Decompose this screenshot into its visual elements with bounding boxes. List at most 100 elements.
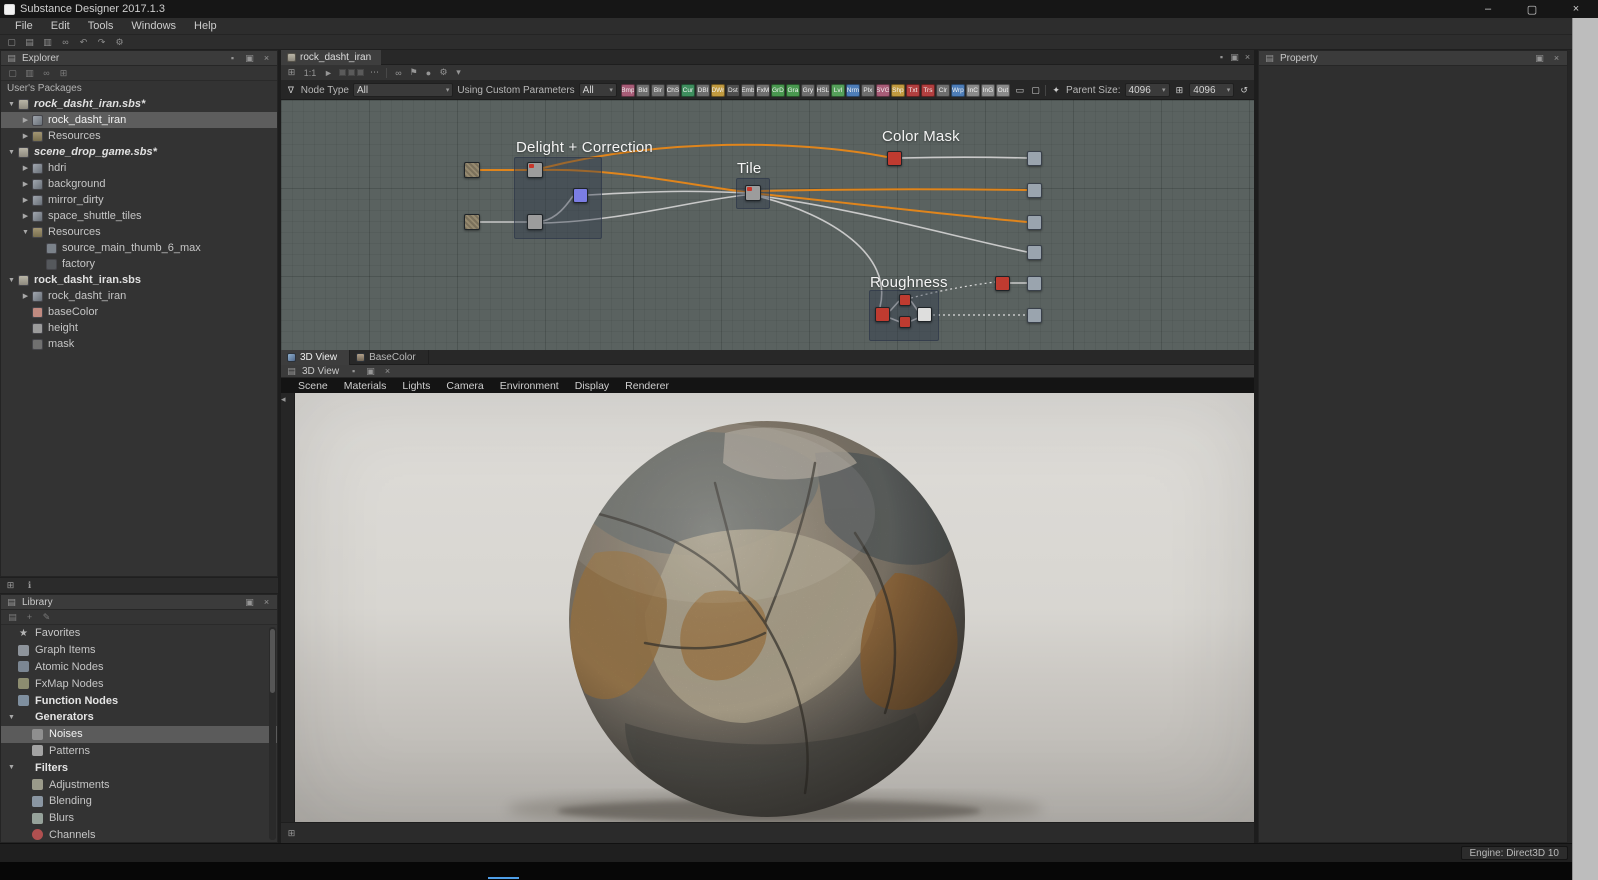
add-icon[interactable]: + — [23, 612, 36, 622]
float-icon[interactable]: ▣ — [1228, 52, 1241, 63]
undo-icon[interactable]: ↶ — [76, 36, 91, 49]
tree-item-1[interactable]: ▶rock_dasht_iran — [1, 112, 277, 128]
tree-item-7[interactable]: ▶space_shuttle_tiles — [1, 208, 277, 224]
chip-txt[interactable]: Txt — [906, 84, 920, 97]
view3d-menu-scene[interactable]: Scene — [291, 380, 335, 392]
property-header[interactable]: ▤ Property ▣ × — [1259, 51, 1567, 66]
library-item-1[interactable]: Graph Items — [1, 642, 277, 659]
library-item-12[interactable]: Channels — [1, 827, 277, 843]
gray-node-5[interactable] — [745, 185, 761, 201]
menu-edit[interactable]: Edit — [42, 18, 79, 35]
library-item-10[interactable]: Blending — [1, 793, 277, 810]
close-icon[interactable]: × — [1241, 52, 1254, 62]
tree-item-8[interactable]: ▼Resources — [1, 224, 277, 240]
folder-icon[interactable]: ▤ — [22, 36, 37, 49]
chip-dst[interactable]: Dst — [726, 84, 740, 97]
parent-size-select[interactable]: 4096 ▾ — [1125, 83, 1170, 97]
red-node-15[interactable] — [995, 276, 1010, 291]
pin-icon[interactable]: ▪ — [347, 366, 360, 376]
tree-item-0[interactable]: ▼rock_dasht_iran.sbs* — [1, 96, 277, 112]
expander-icon[interactable]: ▶ — [19, 132, 32, 140]
link-views-icon[interactable]: ∞ — [392, 68, 405, 78]
chip-svg[interactable]: SVG — [876, 84, 890, 97]
red-node-11[interactable] — [875, 307, 890, 322]
reset-size-icon[interactable]: ↺ — [1238, 85, 1250, 96]
float-icon[interactable]: ▣ — [1533, 53, 1546, 64]
library-item-4[interactable]: Function Nodes — [1, 692, 277, 709]
snap-grid-icon[interactable]: ⊞ — [285, 67, 298, 78]
output-node-7[interactable] — [1027, 151, 1042, 166]
chip-shp[interactable]: Shp — [891, 84, 905, 97]
expander-icon[interactable]: ▶ — [19, 180, 32, 188]
tree-item-13[interactable]: baseColor — [1, 304, 277, 320]
frame-icon[interactable]: ▢ — [1030, 85, 1042, 96]
chip-dbl[interactable]: DBl — [696, 84, 710, 97]
redo-icon[interactable]: ↷ — [94, 36, 109, 49]
close-icon[interactable]: × — [260, 597, 273, 607]
chip-fxm[interactable]: FxM — [756, 84, 770, 97]
chip-grd[interactable]: GrD — [771, 84, 785, 97]
library-item-8[interactable]: ▼Filters — [1, 759, 277, 776]
pin-icon[interactable]: ▪ — [1215, 52, 1228, 62]
library-item-3[interactable]: FxMap Nodes — [1, 675, 277, 692]
chip-dwr[interactable]: DWr — [711, 84, 725, 97]
chip-nrm[interactable]: Nrm — [846, 84, 860, 97]
menu-help[interactable]: Help — [185, 18, 226, 35]
taskbar[interactable] — [0, 862, 1598, 880]
close-icon[interactable]: × — [381, 366, 394, 376]
view-mode-icon[interactable]: ⊞ — [57, 68, 70, 79]
link-icon[interactable]: ∞ — [40, 68, 53, 78]
menu-file[interactable]: File — [6, 18, 42, 35]
close-button[interactable]: × — [1554, 0, 1598, 18]
display-toggles[interactable] — [339, 69, 364, 76]
chip-gra[interactable]: Gra — [786, 84, 800, 97]
folder-icon[interactable]: ▤ — [6, 612, 19, 623]
select-tool-icon[interactable]: ► — [322, 68, 335, 78]
chip-plx[interactable]: Plx — [861, 84, 875, 97]
output-node-16[interactable] — [1027, 276, 1042, 291]
gray-node-1[interactable] — [527, 162, 543, 178]
view3d-menu-camera[interactable]: Camera — [439, 380, 490, 392]
menu-tools[interactable]: Tools — [79, 18, 123, 35]
chip-wrp[interactable]: Wrp — [951, 84, 965, 97]
tree-item-5[interactable]: ▶background — [1, 176, 277, 192]
focus-icon[interactable]: ● — [422, 68, 435, 78]
chip-inc[interactable]: InC — [966, 84, 980, 97]
menu-windows[interactable]: Windows — [122, 18, 185, 35]
chip-lvl[interactable]: Lvl — [831, 84, 845, 97]
tree-item-6[interactable]: ▶mirror_dirty — [1, 192, 277, 208]
expander-icon[interactable]: ▼ — [5, 101, 18, 108]
tab-3d-view[interactable]: 3D View — [281, 350, 350, 365]
output-node-9[interactable] — [1027, 215, 1042, 230]
tab-rock-dasht-iran[interactable]: rock_dasht_iran — [281, 50, 381, 65]
white-node-14[interactable] — [917, 307, 932, 322]
library-item-11[interactable]: Blurs — [1, 810, 277, 827]
actual-size-icon[interactable]: 1:1 — [300, 68, 320, 78]
chip-hsl[interactable]: HSL — [816, 84, 830, 97]
library-item-0[interactable]: ★Favorites — [1, 625, 277, 642]
close-icon[interactable]: × — [260, 53, 273, 63]
flag-icon[interactable]: ⚑ — [407, 67, 420, 78]
view3d-menu-environment[interactable]: Environment — [493, 380, 566, 392]
chip-blr[interactable]: Blr — [651, 84, 665, 97]
chip-chs[interactable]: ChS — [666, 84, 680, 97]
float-icon[interactable]: ▣ — [243, 53, 256, 64]
red-node-6[interactable] — [887, 151, 902, 166]
custom-params-select[interactable]: All ▾ — [579, 83, 617, 97]
blue-node-4[interactable] — [573, 188, 588, 203]
graph-canvas[interactable]: Delight + CorrectionTileColor MaskRoughn… — [281, 100, 1254, 350]
edit-icon[interactable]: ✎ — [40, 612, 53, 623]
library-header[interactable]: ▤ Library ▣ × — [1, 595, 277, 610]
output-node-8[interactable] — [1027, 183, 1042, 198]
tree-item-9[interactable]: source_main_thumb_6_max — [1, 240, 277, 256]
chip-clr[interactable]: Clr — [936, 84, 950, 97]
library-item-7[interactable]: Patterns — [1, 743, 277, 760]
size-lock-icon[interactable]: ⊞ — [1174, 85, 1186, 96]
view3d-menu-renderer[interactable]: Renderer — [618, 380, 676, 392]
chip-ing[interactable]: InG — [981, 84, 995, 97]
tree-item-14[interactable]: height — [1, 320, 277, 336]
chip-out[interactable]: Out — [996, 84, 1010, 97]
size-select[interactable]: 4096 ▾ — [1189, 83, 1234, 97]
view3d-menu-lights[interactable]: Lights — [395, 380, 437, 392]
chevron-down-icon[interactable]: ▾ — [452, 67, 465, 78]
